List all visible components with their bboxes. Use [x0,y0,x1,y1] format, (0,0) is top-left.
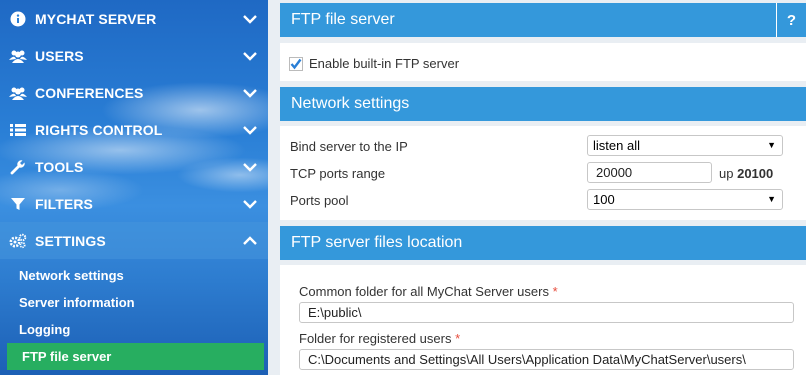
sidebar-subitem-label: Network settings [19,268,124,283]
tcp-port-range-text: up 20100 [719,166,773,181]
sidebar-item-label: MYCHAT SERVER [35,10,157,27]
dropdown-arrow-icon: ▼ [767,140,776,150]
location-panel: Common folder for all MyChat Server user… [280,265,806,375]
chevron-down-icon[interactable] [242,85,258,101]
sidebar-item-tools[interactable]: TOOLS [0,148,268,185]
sidebar-subitem-label: FTP file server [22,349,112,364]
ports-pool-value: 100 [593,192,615,207]
sidebar-item-rights-control[interactable]: RIGHTS CONTROL [0,111,268,148]
network-section-header: Network settings [280,87,806,121]
enable-ftp-row[interactable]: Enable built-in FTP server [289,56,459,71]
network-panel: Bind server to the IP listen all ▼ TCP p… [280,126,806,220]
bind-ip-label: Bind server to the IP [290,139,408,154]
common-folder-input[interactable]: E:\public\ [299,302,794,323]
ftp-section-header: FTP file server ? [280,3,806,37]
registered-folder-input[interactable]: C:\Documents and Settings\All Users\Appl… [299,349,794,370]
tcp-ports-label: TCP ports range [290,166,386,181]
enable-ftp-label: Enable built-in FTP server [309,56,460,71]
common-folder-label-text: Common folder for all MyChat Server user… [299,284,549,299]
sidebar-item-label: TOOLS [35,158,84,175]
chevron-down-icon[interactable] [242,196,258,212]
help-icon: ? [786,11,797,29]
chevron-down-icon[interactable] [242,122,258,138]
sidebar-item-label: SETTINGS [35,232,106,249]
sidebar-item-label: FILTERS [35,195,93,212]
sidebar-item-settings[interactable]: SETTINGS [0,222,268,259]
info-icon [9,10,27,28]
list-icon [9,121,27,139]
chevron-up-icon[interactable] [242,233,258,249]
network-section-title: Network settings [291,95,410,112]
required-mark: * [455,331,461,346]
tcp-port-from-input[interactable]: 20000 [587,162,712,183]
wrench-icon [9,158,27,176]
chevron-down-icon[interactable] [242,159,258,175]
sidebar-item-filters[interactable]: FILTERS [0,185,268,222]
sidebar-subitem-label: Server information [19,295,135,310]
main-content: FTP file server ? Enable built-in FTP se… [280,0,806,375]
sidebar-subitem-label: Logging [19,322,71,337]
sidebar-subitem-network-settings[interactable]: Network settings [7,262,264,289]
tcp-port-from-value: 20000 [596,165,633,180]
sidebar-item-label: RIGHTS CONTROL [35,121,163,138]
ports-pool-select[interactable]: 100 ▼ [587,189,783,210]
sidebar-item-label: USERS [35,47,84,64]
bind-ip-select[interactable]: listen all ▼ [587,135,783,156]
users-icon [9,47,27,65]
gears-icon [9,232,27,250]
registered-folder-label-text: Folder for registered users [299,331,452,346]
conferences-icon [9,84,27,102]
common-folder-value: E:\public\ [308,305,362,320]
dropdown-arrow-icon: ▼ [767,194,776,204]
registered-folder-label: Folder for registered users * [299,331,460,346]
help-button[interactable]: ? [776,3,806,37]
ports-pool-label: Ports pool [290,193,349,208]
filter-icon [9,195,27,213]
location-section-title: FTP server files location [291,234,463,251]
ftp-enable-panel: Enable built-in FTP server [280,43,806,81]
tcp-port-up-label: up [719,166,734,181]
required-mark: * [552,284,558,299]
sidebar-item-users[interactable]: USERS [0,37,268,74]
sidebar: MYCHAT SERVER USERS CONFERENCES RIGHTS C… [0,0,268,375]
sidebar-subitem-logging[interactable]: Logging [7,316,264,343]
sidebar-item-mychat-server[interactable]: MYCHAT SERVER [0,0,268,37]
bind-ip-value: listen all [593,138,640,153]
sidebar-item-conferences[interactable]: CONFERENCES [0,74,268,111]
chevron-down-icon[interactable] [242,48,258,64]
sidebar-subitem-server-information[interactable]: Server information [7,289,264,316]
chevron-down-icon[interactable] [242,11,258,27]
ftp-section-title: FTP file server [291,11,395,28]
location-section-header: FTP server files location [280,226,806,260]
sidebar-item-label: CONFERENCES [35,84,144,101]
common-folder-label: Common folder for all MyChat Server user… [299,284,558,299]
tcp-port-to-value: 20100 [737,166,774,181]
sidebar-subitem-ftp-file-server[interactable]: FTP file server [7,343,264,370]
enable-ftp-checkbox[interactable] [289,56,303,71]
registered-folder-value: C:\Documents and Settings\All Users\Appl… [308,352,746,367]
